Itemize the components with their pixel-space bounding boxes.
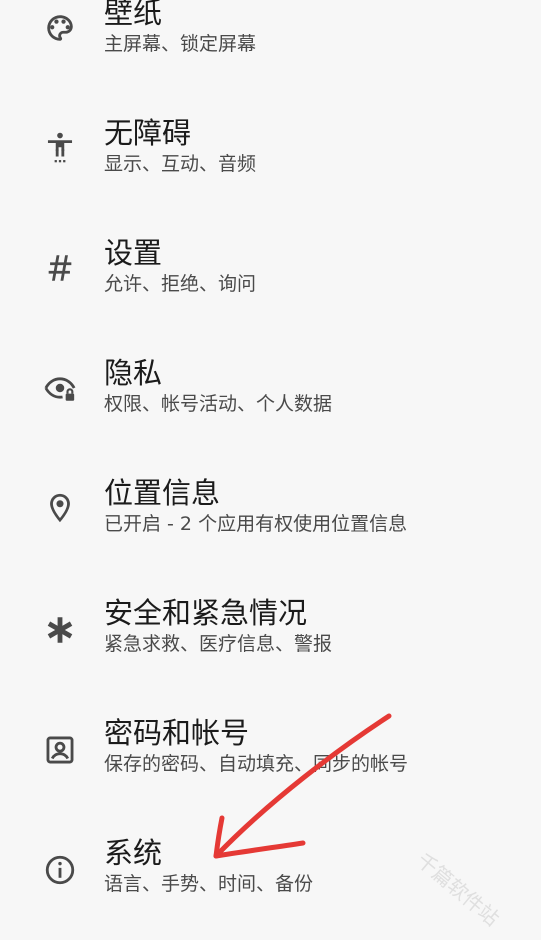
settings-item-text: 壁纸 主屏幕、锁定屏幕 bbox=[104, 0, 525, 56]
settings-item-subtitle: 紧急求救、医疗信息、警报 bbox=[104, 633, 333, 655]
settings-list: 壁纸 主屏幕、锁定屏幕 无障碍 显示、互动、音频 设置 允许、拒绝、询问 隐私 … bbox=[0, 0, 541, 938]
hash-icon bbox=[42, 250, 78, 286]
settings-item-accessibility[interactable]: 无障碍 显示、互动、音频 bbox=[0, 100, 541, 220]
settings-item-text: 密码和帐号 保存的密码、自动填充、同步的帐号 bbox=[104, 716, 525, 776]
settings-item-privacy[interactable]: 隐私 权限、帐号活动、个人数据 bbox=[0, 340, 541, 460]
account-box-icon bbox=[42, 732, 78, 768]
settings-item-title: 壁纸 bbox=[104, 0, 163, 30]
settings-item-title: 设置 bbox=[104, 236, 163, 270]
settings-item-location[interactable]: 位置信息 已开启 - 2 个应用有权使用位置信息 bbox=[0, 460, 541, 580]
asterisk-icon bbox=[42, 612, 78, 648]
settings-item-text: 位置信息 已开启 - 2 个应用有权使用位置信息 bbox=[104, 476, 525, 536]
accessibility-icon bbox=[42, 130, 78, 166]
palette-icon bbox=[42, 10, 78, 46]
settings-item-text: 隐私 权限、帐号活动、个人数据 bbox=[104, 356, 525, 416]
settings-item-title: 隐私 bbox=[104, 356, 163, 390]
settings-item-subtitle: 已开启 - 2 个应用有权使用位置信息 bbox=[104, 513, 408, 535]
settings-item-title: 密码和帐号 bbox=[104, 716, 250, 750]
settings-item-text: 无障碍 显示、互动、音频 bbox=[104, 116, 525, 176]
settings-item-title: 系统 bbox=[104, 836, 163, 870]
settings-item-subtitle: 允许、拒绝、询问 bbox=[104, 273, 257, 295]
location-pin-icon bbox=[42, 490, 78, 526]
settings-item-permissions[interactable]: 设置 允许、拒绝、询问 bbox=[0, 220, 541, 340]
settings-item-subtitle: 主屏幕、锁定屏幕 bbox=[104, 33, 257, 55]
info-icon bbox=[42, 852, 78, 888]
settings-item-subtitle: 保存的密码、自动填充、同步的帐号 bbox=[104, 753, 409, 775]
settings-item-text: 安全和紧急情况 紧急求救、医疗信息、警报 bbox=[104, 596, 525, 656]
settings-item-title: 安全和紧急情况 bbox=[104, 596, 308, 630]
settings-item-subtitle: 权限、帐号活动、个人数据 bbox=[104, 393, 333, 415]
settings-item-text: 设置 允许、拒绝、询问 bbox=[104, 236, 525, 296]
settings-item-title: 位置信息 bbox=[104, 476, 221, 510]
settings-item-safety-emergency[interactable]: 安全和紧急情况 紧急求救、医疗信息、警报 bbox=[0, 580, 541, 700]
settings-item-wallpaper[interactable]: 壁纸 主屏幕、锁定屏幕 bbox=[0, 0, 541, 100]
settings-item-subtitle: 显示、互动、音频 bbox=[104, 153, 257, 175]
settings-item-passwords-accounts[interactable]: 密码和帐号 保存的密码、自动填充、同步的帐号 bbox=[0, 700, 541, 820]
privacy-eye-icon bbox=[42, 370, 78, 406]
settings-item-title: 无障碍 bbox=[104, 116, 192, 150]
